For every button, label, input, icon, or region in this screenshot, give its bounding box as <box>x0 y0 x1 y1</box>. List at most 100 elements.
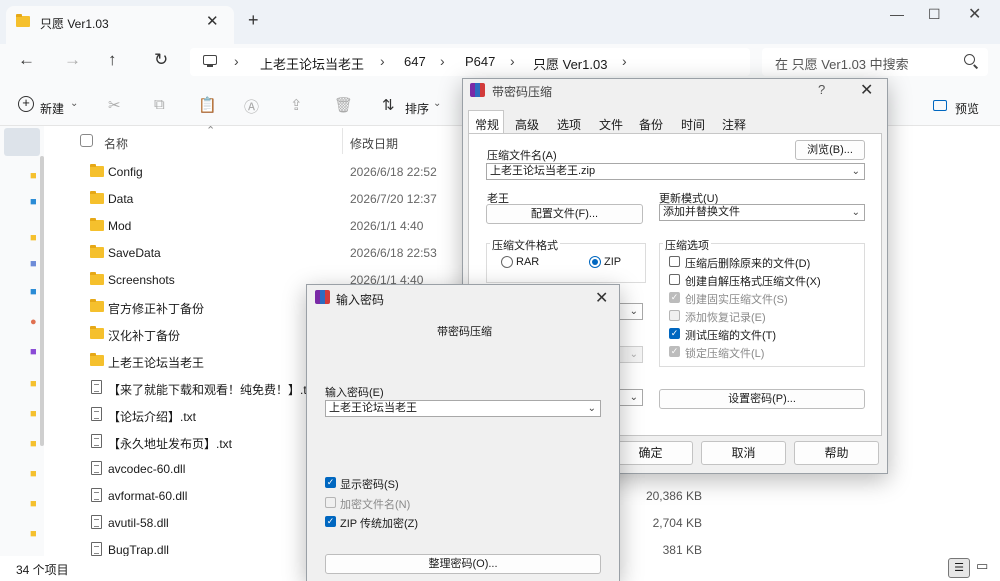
column-divider[interactable] <box>342 128 343 154</box>
tab-comment[interactable]: 注释 <box>716 116 752 133</box>
ok-button[interactable]: 确定 <box>608 441 693 465</box>
browse-button[interactable]: 浏览(B)... <box>795 140 865 160</box>
download-icon[interactable]: ■ <box>30 286 37 298</box>
back-arrow-icon[interactable]: ← <box>18 50 35 70</box>
sfx-checkbox[interactable] <box>669 274 680 285</box>
archive-name-combobox[interactable]: 上老王论坛当老王.zip ⌄ <box>486 163 865 180</box>
folder-icon[interactable]: ■ <box>30 438 37 450</box>
paste-icon[interactable]: 📋 <box>198 96 217 114</box>
tab-time[interactable]: 时间 <box>675 116 711 133</box>
chevron-down-icon[interactable]: ⌄ <box>630 347 638 362</box>
archive-name-label: 压缩文件名(A) <box>487 150 557 162</box>
help-button[interactable]: 帮助 <box>794 441 879 465</box>
tab-options[interactable]: 选项 <box>551 116 587 133</box>
password-input[interactable]: 上老王论坛当老王 ⌄ <box>325 400 601 417</box>
forward-arrow-icon[interactable]: → <box>64 50 81 70</box>
test-files-label[interactable]: 测试压缩的文件(T) <box>685 327 776 343</box>
new-button-label[interactable]: 新建 <box>40 100 64 117</box>
file-row[interactable]: Data 2026/7/20 12:37 <box>44 185 464 212</box>
folder-icon[interactable]: ■ <box>30 170 37 182</box>
set-password-button[interactable]: 设置密码(P)... <box>659 389 865 409</box>
chevron-down-icon[interactable]: ⌄ <box>852 164 860 179</box>
preview-button-label[interactable]: 预览 <box>955 100 979 117</box>
preview-pane-icon[interactable] <box>933 100 947 111</box>
monitor-icon <box>203 55 217 67</box>
chevron-down-icon[interactable]: ⌄ <box>630 390 638 405</box>
close-icon[interactable]: ✕ <box>860 80 873 100</box>
file-row[interactable]: SaveData 2026/6/18 22:53 <box>44 239 464 266</box>
breadcrumb-item[interactable]: P647 <box>465 54 495 69</box>
password-dialog-heading: 带密码压缩 <box>437 326 492 338</box>
dll-file-icon <box>91 488 102 502</box>
zip-radio[interactable] <box>589 256 601 268</box>
copy-icon[interactable]: ⧉ <box>154 96 165 113</box>
dll-file-icon <box>91 461 102 475</box>
minimize-icon[interactable]: — <box>890 6 904 22</box>
breadcrumb-item[interactable]: 647 <box>404 54 426 69</box>
column-header-name[interactable]: 名称 <box>104 135 128 152</box>
up-arrow-icon[interactable]: ↑ <box>108 50 117 70</box>
chevron-down-icon[interactable]: ⌄ <box>630 304 638 319</box>
delete-icon[interactable]: 🗑 <box>334 96 353 114</box>
text-file-icon <box>91 407 102 421</box>
tiles-view-icon[interactable]: ▭ <box>976 558 988 574</box>
video-icon[interactable]: ■ <box>30 346 37 358</box>
cancel-button[interactable]: 取消 <box>701 441 786 465</box>
profiles-button[interactable]: 配置文件(F)... <box>486 204 643 224</box>
select-all-checkbox[interactable] <box>80 134 93 147</box>
chevron-down-icon[interactable]: ⌄ <box>588 401 596 416</box>
test-files-checkbox[interactable]: ✓ <box>669 328 680 339</box>
folder-icon[interactable]: ■ <box>30 498 37 510</box>
details-view-icon[interactable]: ☰ <box>948 558 970 578</box>
sort-icon[interactable]: ⇅ <box>382 96 395 114</box>
delete-files-label[interactable]: 压缩后删除原来的文件(D) <box>685 255 810 271</box>
breadcrumb-item[interactable]: 上老王论坛当老王 <box>260 54 364 73</box>
tab-backup[interactable]: 备份 <box>633 116 669 133</box>
tab-advanced[interactable]: 高级 <box>509 116 545 133</box>
tab-files[interactable]: 文件 <box>593 116 629 133</box>
folder-icon[interactable]: ■ <box>30 408 37 420</box>
maximize-icon[interactable]: ☐ <box>928 6 941 23</box>
help-icon[interactable]: ? <box>818 82 825 97</box>
show-password-label[interactable]: 显示密码(S) <box>340 476 399 492</box>
cut-icon[interactable]: ✂ <box>108 96 121 114</box>
breadcrumb-item[interactable]: 只愿 Ver1.03 <box>533 54 607 73</box>
organize-passwords-button[interactable]: 整理密码(O)... <box>325 554 601 574</box>
rar-radio[interactable] <box>501 256 513 268</box>
rar-radio-label[interactable]: RAR <box>516 256 539 268</box>
folder-icon[interactable]: ■ <box>30 232 37 244</box>
zip-legacy-encryption-label[interactable]: ZIP 传统加密(Z) <box>340 515 418 531</box>
sfx-label[interactable]: 创建自解压格式压缩文件(X) <box>685 273 821 289</box>
column-header-date[interactable]: 修改日期 <box>350 135 398 152</box>
close-icon[interactable]: ✕ <box>595 288 608 308</box>
chevron-down-icon[interactable]: ⌄ <box>70 98 78 109</box>
zip-radio-label[interactable]: ZIP <box>604 256 621 268</box>
chevron-down-icon[interactable]: ⌄ <box>433 98 441 109</box>
folder-icon <box>90 326 104 339</box>
file-row[interactable]: Mod 2026/1/1 4:40 <box>44 212 464 239</box>
navigation-selected-item[interactable] <box>4 128 40 156</box>
music-icon[interactable]: ● <box>30 316 37 328</box>
search-icon[interactable] <box>964 54 975 65</box>
file-row[interactable]: Config 2026/6/18 22:52 <box>44 158 464 185</box>
tab-general[interactable]: 常规 <box>469 116 505 133</box>
delete-files-checkbox[interactable] <box>669 256 680 267</box>
winrar-logo-icon <box>470 83 485 97</box>
zip-legacy-encryption-checkbox[interactable]: ✓ <box>325 516 336 527</box>
refresh-icon[interactable]: ↻ <box>154 50 168 70</box>
show-password-checkbox[interactable]: ✓ <box>325 477 336 488</box>
close-tab-icon[interactable]: ✕ <box>206 12 219 30</box>
close-window-icon[interactable]: ✕ <box>968 4 981 24</box>
sort-button-label[interactable]: 排序 <box>405 100 429 117</box>
folder-icon[interactable]: ■ <box>30 378 37 390</box>
folder-icon[interactable]: ■ <box>30 528 37 540</box>
folder-icon[interactable]: ■ <box>30 468 37 480</box>
new-tab-icon[interactable]: + <box>248 10 259 31</box>
update-mode-combobox[interactable]: 添加并替换文件 ⌄ <box>659 204 865 221</box>
chevron-down-icon[interactable]: ⌄ <box>852 205 860 220</box>
rename-icon[interactable]: Ⓐ <box>244 96 259 117</box>
cloud-icon[interactable]: ■ <box>30 196 37 208</box>
share-icon[interactable]: ⇪ <box>290 96 303 114</box>
plus-icon[interactable]: + <box>18 96 34 112</box>
image-icon[interactable]: ■ <box>30 258 37 270</box>
